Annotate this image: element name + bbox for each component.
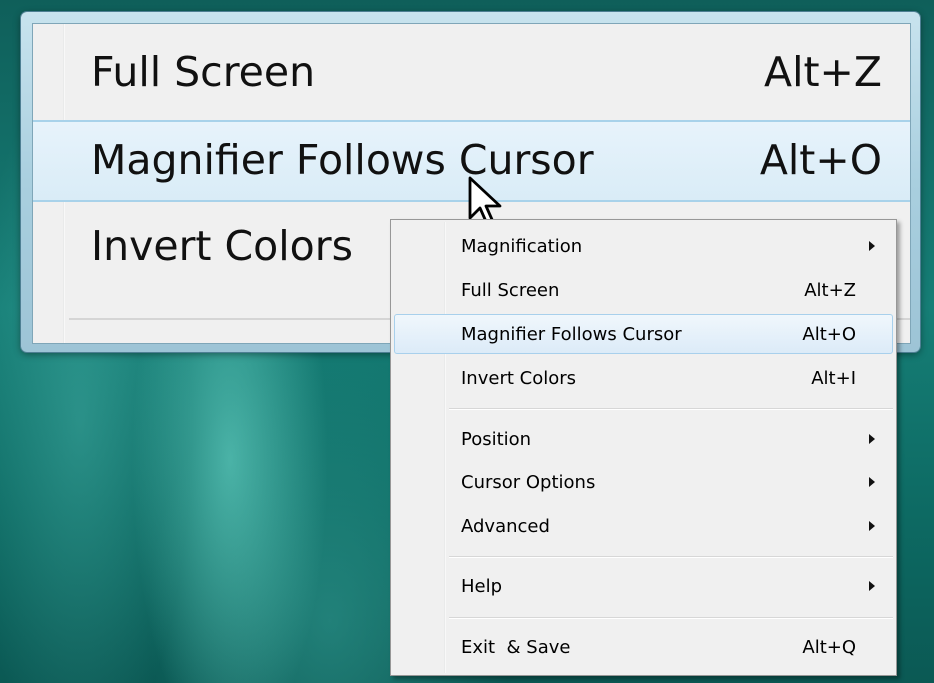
menu-item-shortcut: Alt+I bbox=[811, 368, 856, 389]
submenu-arrow-icon bbox=[869, 434, 875, 444]
menu-item-exit-save[interactable]: Exit & Save Alt+Q bbox=[394, 627, 893, 667]
desktop-background: Full Screen Alt+Z Magnifier Follows Curs… bbox=[0, 0, 934, 683]
menu-separator bbox=[449, 408, 893, 410]
menu-item-full-screen[interactable]: Full Screen Alt+Z bbox=[394, 270, 893, 310]
menu-separator bbox=[449, 556, 893, 558]
menu-item-label: Invert Colors bbox=[461, 368, 576, 389]
menu-item-shortcut: Alt+Z bbox=[804, 280, 856, 301]
magnified-item-shortcut: Alt+O bbox=[759, 136, 882, 184]
submenu-arrow-icon bbox=[869, 241, 875, 251]
submenu-arrow-icon bbox=[869, 477, 875, 487]
menu-item-invert-colors[interactable]: Invert Colors Alt+I bbox=[394, 358, 893, 398]
menu-item-advanced[interactable]: Advanced bbox=[394, 506, 893, 546]
menu-item-cursor-options[interactable]: Cursor Options bbox=[394, 462, 893, 502]
magnified-item-shortcut: Alt+Z bbox=[764, 48, 882, 96]
magnified-item-label: Invert Colors bbox=[91, 222, 353, 270]
menu-item-position[interactable]: Position bbox=[394, 419, 893, 459]
menu-item-shortcut: Alt+O bbox=[802, 324, 856, 345]
submenu-arrow-icon bbox=[869, 581, 875, 591]
menu-item-label: Magnification bbox=[461, 236, 583, 257]
context-menu: Magnification Full Screen Alt+Z Magnifie… bbox=[390, 219, 897, 676]
menu-item-magnifier-follows-cursor[interactable]: Magnifier Follows Cursor Alt+O bbox=[394, 314, 893, 354]
submenu-arrow-icon bbox=[869, 521, 875, 531]
menu-item-label: Cursor Options bbox=[461, 472, 596, 493]
menu-item-label: Advanced bbox=[461, 516, 550, 537]
menu-item-label: Position bbox=[461, 429, 532, 450]
magnified-item-label: Full Screen bbox=[91, 48, 316, 96]
magnified-item-label: Magnifier Follows Cursor bbox=[91, 136, 594, 184]
menu-item-help[interactable]: Help bbox=[394, 566, 893, 606]
menu-separator bbox=[449, 617, 893, 619]
menu-item-label: Full Screen bbox=[461, 280, 560, 301]
menu-item-label: Magnifier Follows Cursor bbox=[461, 324, 682, 345]
menu-item-magnification[interactable]: Magnification bbox=[394, 226, 893, 266]
menu-item-label: Help bbox=[461, 576, 503, 597]
menu-item-shortcut: Alt+Q bbox=[802, 637, 856, 658]
menu-item-label: Exit & Save bbox=[461, 637, 571, 658]
magnified-item-full-screen: Full Screen Alt+Z bbox=[33, 34, 910, 112]
